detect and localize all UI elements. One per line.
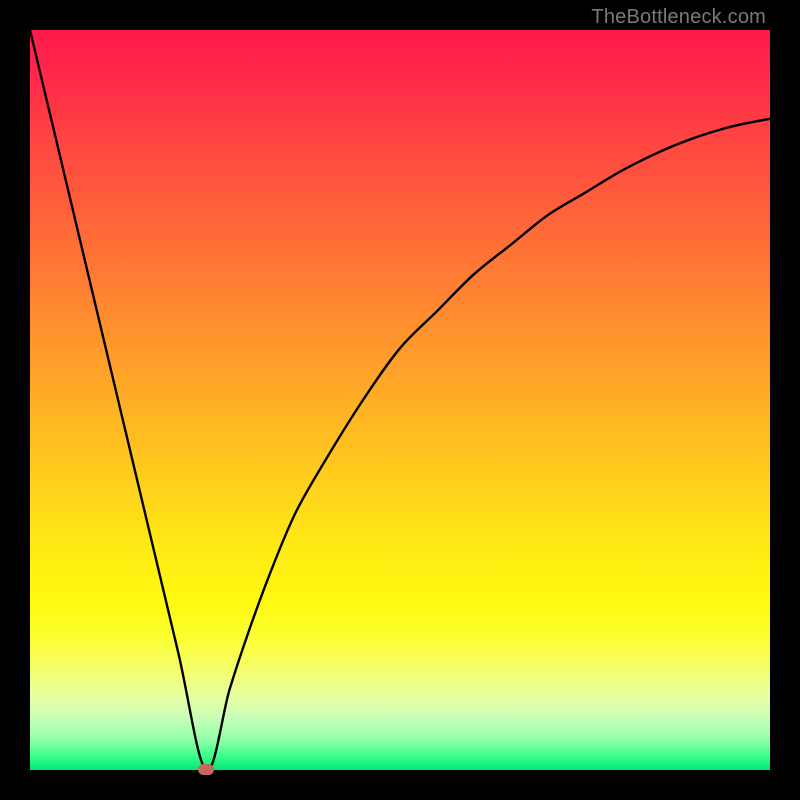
bottleneck-curve <box>30 30 770 770</box>
plot-area <box>30 30 770 770</box>
chart-frame: TheBottleneck.com <box>0 0 800 800</box>
watermark-text: TheBottleneck.com <box>591 6 766 29</box>
optimal-point-marker <box>198 764 214 775</box>
